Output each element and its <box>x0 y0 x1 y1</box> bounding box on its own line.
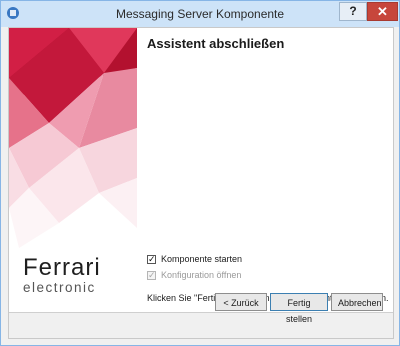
finish-button[interactable]: Fertig stellen <box>270 293 328 324</box>
open-configuration-checkbox: ✓ Konfiguration öffnen <box>147 270 241 280</box>
back-button[interactable]: < Zurück <box>215 293 267 311</box>
page-title: Assistent abschließen <box>147 36 285 51</box>
ferrari-electronic-logo: Ferrari electronic <box>23 256 133 296</box>
logo-subtitle: electronic <box>23 280 96 295</box>
wizard-window: Messaging Server Komponente ? ✕ Ferrari … <box>0 0 400 346</box>
brand-side-panel: Ferrari electronic <box>9 28 137 312</box>
checkbox-checked-disabled-icon: ✓ <box>147 269 156 280</box>
decorative-polygon-graphic <box>9 28 137 248</box>
close-button[interactable]: ✕ <box>367 2 398 21</box>
checkbox-label: Komponente starten <box>161 254 243 264</box>
checkbox-label: Konfiguration öffnen <box>161 270 242 280</box>
checkbox-checked-icon[interactable]: ✓ <box>147 254 156 264</box>
button-bar <box>9 313 393 338</box>
help-button[interactable]: ? <box>339 2 367 21</box>
start-component-checkbox[interactable]: ✓ Komponente starten <box>147 254 242 264</box>
title-bar[interactable]: Messaging Server Komponente ? ✕ <box>1 1 399 27</box>
logo-wordmark: Ferrari <box>23 254 101 281</box>
cancel-button[interactable]: Abbrechen <box>331 293 383 311</box>
